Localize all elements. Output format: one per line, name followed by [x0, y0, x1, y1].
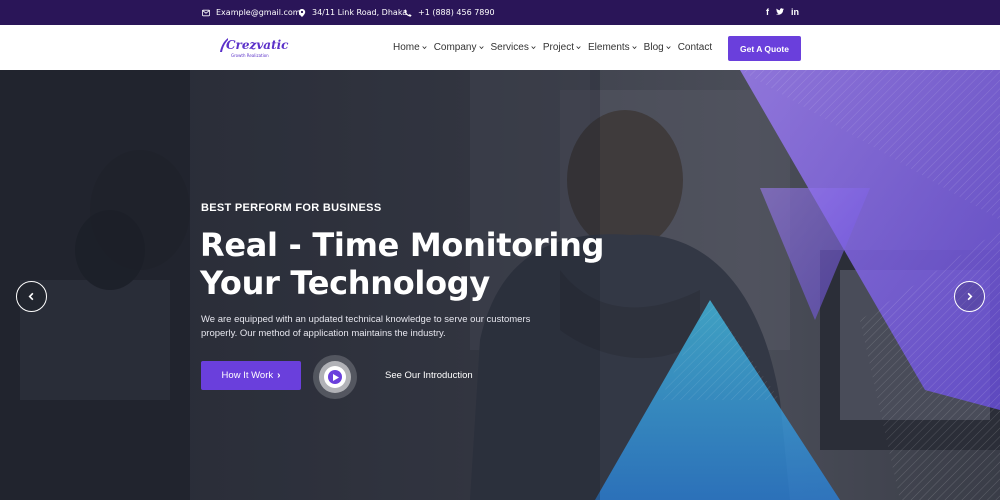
play-icon [328, 370, 342, 384]
nav-item-label: Contact [677, 42, 713, 53]
how-it-work-label: How It Work [221, 370, 274, 381]
social-links: f in [766, 0, 799, 25]
chevron-down-icon [422, 45, 427, 50]
linkedin-icon[interactable]: in [791, 8, 799, 17]
twitter-icon[interactable] [776, 8, 784, 17]
logo-tagline: Growth Realization [231, 53, 269, 58]
hero-headline-line1: Real - Time Monitoring [200, 226, 605, 264]
chevron-down-icon [576, 45, 581, 50]
main-nav: Home Company Services Project Elements B… [393, 25, 719, 70]
nav-item-label: Project [542, 42, 574, 53]
brand-logo[interactable]: Crezvatic Growth Realization [219, 35, 289, 61]
phone-icon [403, 8, 413, 18]
nav-item-blog[interactable]: Blog [644, 42, 671, 53]
top-info-bar: Example@gmail.com 34/11 Link Road, Dhaka… [0, 0, 1000, 25]
chevron-down-icon [632, 45, 637, 50]
play-icon-container [324, 366, 346, 388]
envelope-icon [201, 8, 211, 18]
phone-info[interactable]: +1 (888) 456 7890 [403, 0, 495, 25]
hero-description: We are equipped with an updated technica… [201, 314, 531, 339]
map-pin-icon [297, 8, 307, 18]
nav-item-label: Services [490, 42, 529, 53]
chevron-down-icon [531, 45, 536, 50]
nav-item-elements[interactable]: Elements [588, 42, 637, 53]
nav-item-home[interactable]: Home [393, 42, 427, 53]
video-play-button[interactable] [313, 355, 357, 399]
slider-prev-button[interactable] [16, 281, 47, 312]
hero-headline: Real - Time Monitoring Your Technology [200, 226, 620, 302]
nav-item-contact[interactable]: Contact [678, 42, 712, 53]
nav-item-label: Blog [643, 42, 664, 53]
email-text: Example@gmail.com [216, 8, 301, 17]
nav-item-company[interactable]: Company [434, 42, 484, 53]
address-info: 34/11 Link Road, Dhaka [297, 0, 407, 25]
nav-item-label: Elements [587, 42, 630, 53]
email-info[interactable]: Example@gmail.com [201, 0, 301, 25]
facebook-icon[interactable]: f [766, 8, 769, 17]
see-introduction-link[interactable]: See Our Introduction [385, 370, 473, 381]
nav-item-services[interactable]: Services [491, 42, 536, 53]
chevron-down-icon [666, 45, 671, 50]
nav-item-label: Company [433, 42, 477, 53]
chevron-right-icon [967, 292, 973, 301]
chevron-left-icon [28, 292, 34, 301]
site-header: Crezvatic Growth Realization Home Compan… [0, 25, 1000, 70]
slider-next-button[interactable] [954, 281, 985, 312]
hero-eyebrow: BEST PERFORM FOR BUSINESS [201, 202, 382, 214]
hero-headline-line2: Your Technology [200, 264, 490, 302]
nav-item-project[interactable]: Project [543, 42, 581, 53]
hero-slider: BEST PERFORM FOR BUSINESS Real - Time Mo… [0, 70, 1000, 500]
phone-text: +1 (888) 456 7890 [418, 8, 495, 17]
get-a-quote-button[interactable]: Get A Quote [728, 36, 801, 61]
address-text: 34/11 Link Road, Dhaka [312, 8, 408, 17]
nav-item-label: Home [393, 42, 420, 53]
chevron-down-icon [478, 45, 484, 50]
how-it-work-button[interactable]: How It Work › [201, 361, 301, 390]
chevron-right-icon: › [277, 370, 281, 381]
logo-text: Crezvatic [226, 38, 289, 52]
